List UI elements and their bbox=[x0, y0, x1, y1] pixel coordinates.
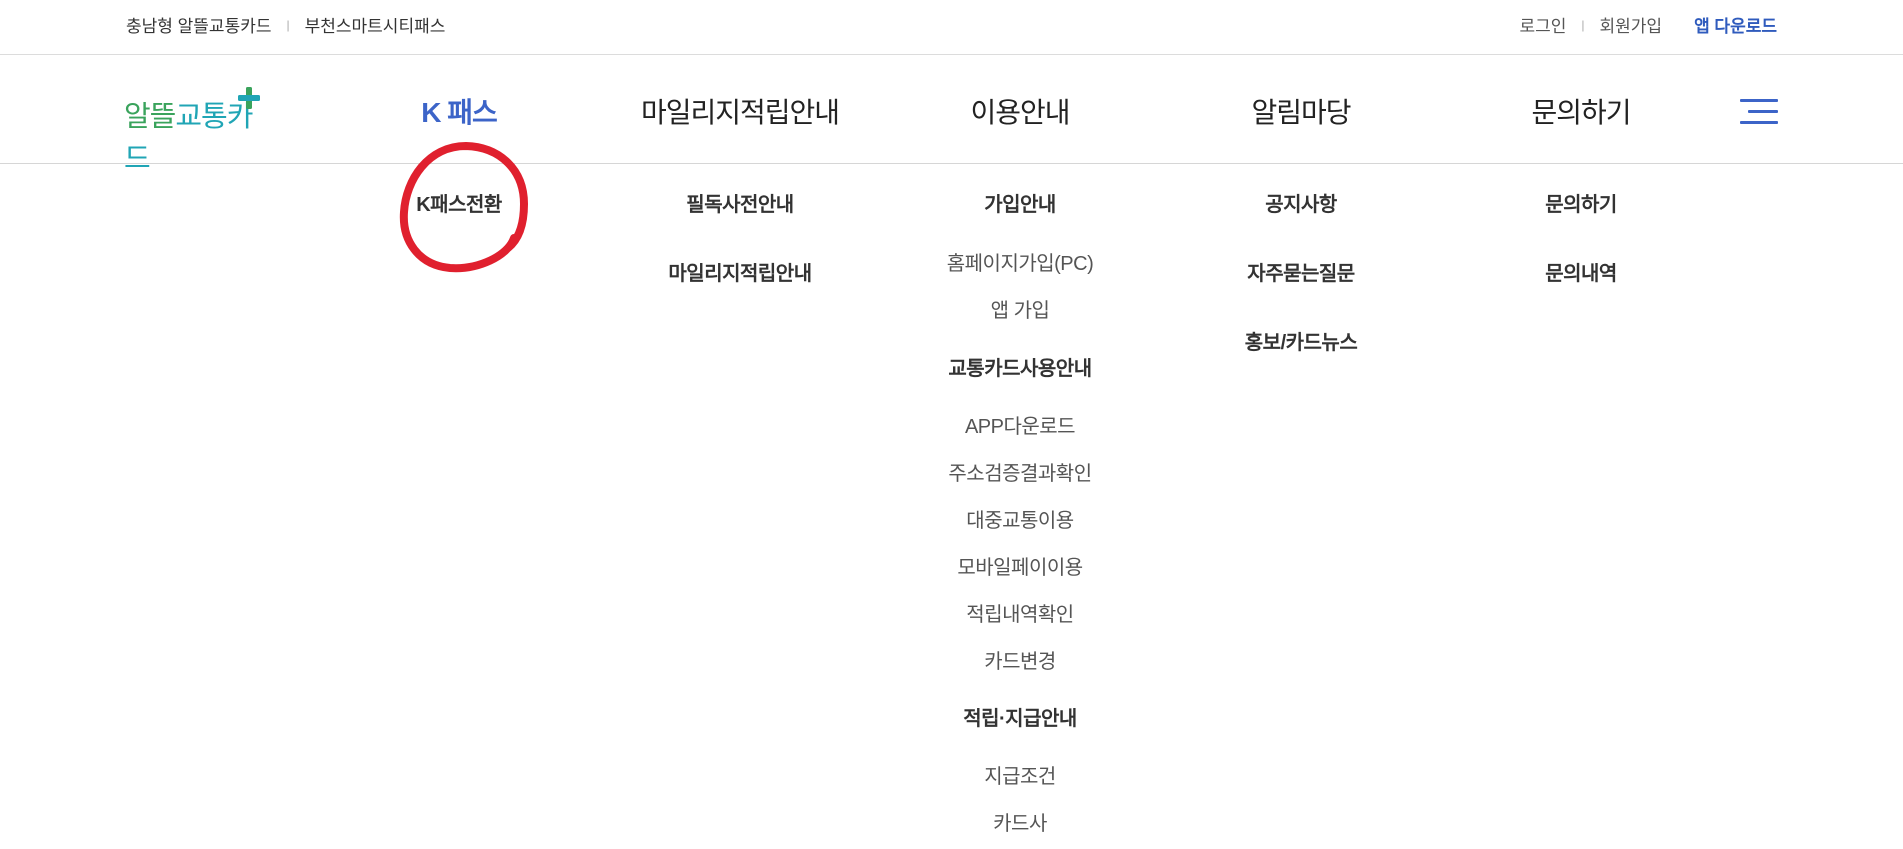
submenu-mobile-pay[interactable]: 모바일페이이용 bbox=[957, 551, 1083, 580]
submenu-public-transit[interactable]: 대중교통이용 bbox=[966, 504, 1074, 533]
submenu-payment-conditions[interactable]: 지급조건 bbox=[984, 760, 1056, 789]
submenu-promo-cardnews[interactable]: 홍보/카드뉴스 bbox=[1245, 326, 1358, 355]
top-utility-bar: 충남형 알뜰교통카드 | 부천스마트시티패스 로그인 | 회원가입 앱 다운로드 bbox=[0, 0, 1903, 55]
separator: | bbox=[286, 17, 290, 32]
submenu-app-download[interactable]: APP다운로드 bbox=[965, 410, 1076, 439]
submenu-inquiry[interactable]: 문의하기 bbox=[1545, 188, 1617, 217]
hamburger-menu-icon[interactable] bbox=[1740, 97, 1778, 127]
submenu-faq[interactable]: 자주묻는질문 bbox=[1247, 257, 1355, 286]
submenu-join-guide[interactable]: 가입안내 bbox=[984, 188, 1056, 217]
submenu-mileage-guide[interactable]: 마일리지적립안내 bbox=[668, 257, 812, 286]
top-left-links: 충남형 알뜰교통카드 | 부천스마트시티패스 bbox=[126, 12, 445, 37]
signup-link[interactable]: 회원가입 bbox=[1600, 12, 1663, 37]
submenu-precheck-guide[interactable]: 필독사전안내 bbox=[686, 188, 794, 217]
nav-usage[interactable]: 이용안내 bbox=[970, 91, 1070, 131]
submenu-address-verify[interactable]: 주소검증결과확인 bbox=[948, 457, 1092, 486]
site-logo[interactable]: 알뜰교통카드 bbox=[124, 87, 264, 175]
submenu-join-pc[interactable]: 홈페이지가입(PC) bbox=[947, 247, 1094, 276]
nav-kpass[interactable]: K 패스 bbox=[421, 91, 498, 131]
link-bucheon-pass[interactable]: 부천스마트시티패스 bbox=[305, 12, 446, 37]
top-right-links: 로그인 | 회원가입 앱 다운로드 bbox=[1519, 12, 1777, 37]
nav-mileage[interactable]: 마일리지적립안내 bbox=[641, 91, 840, 131]
login-link[interactable]: 로그인 bbox=[1519, 12, 1566, 37]
plus-icon bbox=[238, 87, 260, 109]
submenu-inquiry-history[interactable]: 문의내역 bbox=[1545, 257, 1617, 286]
app-download-link[interactable]: 앱 다운로드 bbox=[1694, 12, 1777, 37]
nav-inquiry[interactable]: 문의하기 bbox=[1531, 91, 1631, 131]
link-chungnam-card[interactable]: 충남형 알뜰교통카드 bbox=[126, 12, 271, 37]
submenu-notices[interactable]: 공지사항 bbox=[1265, 188, 1337, 217]
submenu-card-change[interactable]: 카드변경 bbox=[984, 645, 1056, 674]
submenu-mileage-history[interactable]: 적립내역확인 bbox=[966, 598, 1074, 627]
main-navigation: 알뜰교통카드 K 패스 마일리지적립안내 이용안내 알림마당 문의하기 bbox=[0, 55, 1903, 175]
separator: | bbox=[1581, 17, 1585, 32]
submenu-payment-guide[interactable]: 적립·지급안내 bbox=[963, 702, 1077, 731]
submenu-card-companies[interactable]: 카드사 bbox=[993, 807, 1047, 836]
logo-text-part1: 알뜰 bbox=[124, 101, 176, 133]
submenu-join-app[interactable]: 앱 가입 bbox=[991, 294, 1050, 323]
nav-notice[interactable]: 알림마당 bbox=[1251, 91, 1351, 131]
submenu-card-usage-guide[interactable]: 교통카드사용안내 bbox=[948, 352, 1092, 381]
submenu-kpass-convert[interactable]: K패스전환 bbox=[416, 188, 502, 217]
